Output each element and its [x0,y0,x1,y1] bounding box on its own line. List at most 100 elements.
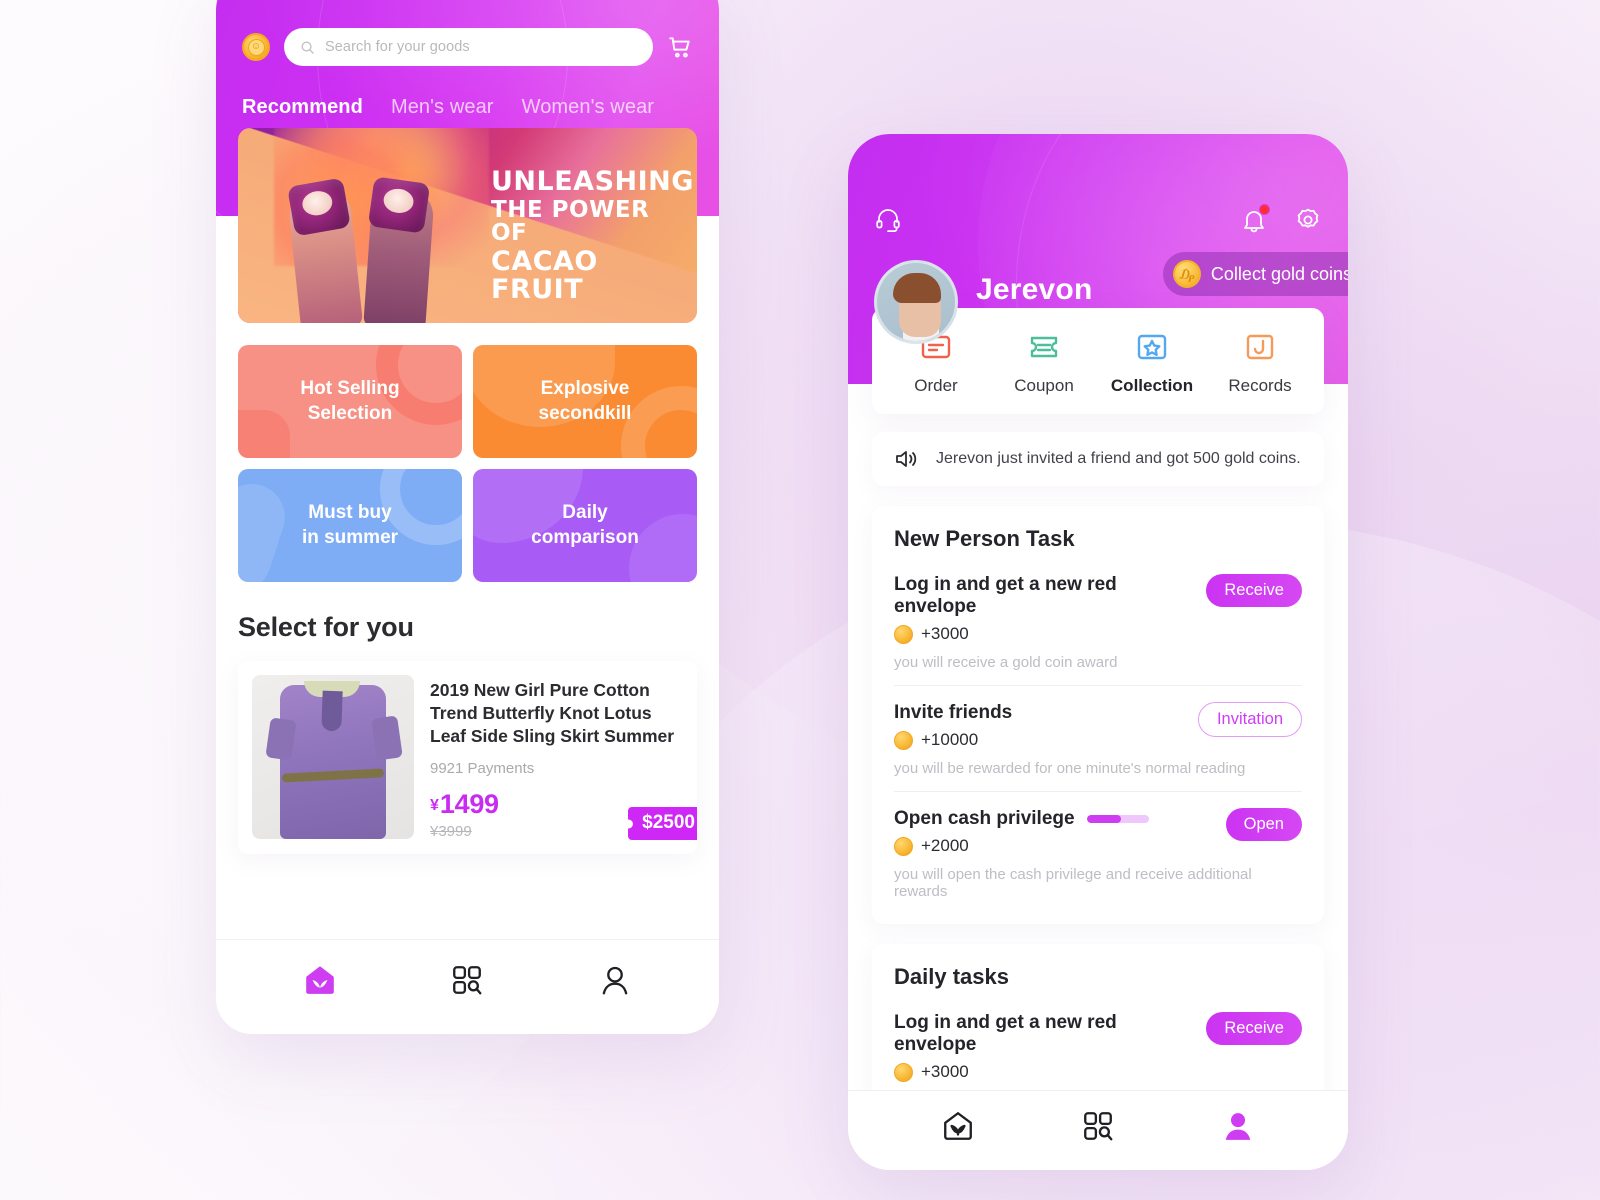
category-grid: Hot Selling Selection Explosive secondkill… [238,345,697,582]
category-tabs: Recommend Men's wear Women's wear [242,66,693,119]
task-name: Log in and get a new red envelope [894,574,1117,617]
gold-coin-icon: ₯ [1172,260,1201,288]
task-reward-amount: +2000 [921,836,969,855]
task-reward: +2000 [894,836,1149,856]
task-action-button[interactable]: Receive [1206,574,1302,607]
banner-line-3: CACAO FRUIT [491,246,598,305]
product-payments: 9921 Payments [430,760,535,778]
category-card-must-buy-summer[interactable]: Must buy in summer [238,469,462,582]
product-image [252,675,414,839]
grid-search-icon[interactable] [450,963,484,997]
profile-topbar-actions [1240,204,1322,234]
task-name: Open cash privilege [894,808,1149,830]
banner-line-1: UNLEASHING [491,166,694,197]
announcement-text: Jerevon just invited a friend and got 50… [936,450,1301,467]
search-row: ☺ Search for your goods [242,0,693,66]
collect-gold-coins-button[interactable]: ₯ Collect gold coins [1162,252,1348,296]
profile-names: Jerevon 186****2434 [976,273,1092,332]
task-description: you will open the cash privilege and rec… [894,866,1252,900]
bell-icon[interactable] [1240,204,1270,234]
quick-action-label: Coupon [1014,376,1074,395]
home-icon[interactable] [941,1109,975,1143]
gold-coin-icon [894,836,913,856]
category-card-explosive-secondkill[interactable]: Explosive secondkill [473,345,697,458]
bottom-navigation [216,939,719,1034]
category-label-line2: secondkill [538,402,632,424]
person-icon[interactable] [598,963,632,997]
category-label-line1: Hot Selling [300,377,400,399]
task-reward: +10000 [894,730,1012,750]
shop-content: UNLEASHING THE POWER OF CACAO FRUIT Hot … [216,128,719,855]
grid-search-icon[interactable] [1081,1109,1115,1143]
profile-content: Order Coupon Collection Records Jerevon … [848,308,1348,1133]
banner-cacao-fruit-right [367,176,431,234]
category-card-daily-comparison[interactable]: Daily comparison [473,469,697,582]
headset-icon[interactable] [874,206,902,234]
task-description: you will receive a gold coin award [894,654,1118,671]
avatar[interactable] [874,260,958,344]
shopping-cart-icon[interactable] [667,34,693,60]
home-icon[interactable] [303,963,337,997]
quick-action-label: Order [914,376,958,395]
task-reward-amount: +3000 [921,624,969,643]
profile-tasks-screen: Jerevon 186****2434 ₯ Collect gold coins… [848,134,1348,1170]
task-description: you will be rewarded for one minute's no… [894,760,1246,777]
search-placeholder: Search for your goods [325,39,470,55]
task-reward: +3000 [894,1062,1194,1082]
task-action-button[interactable]: Receive [1206,1012,1302,1045]
task-name: Log in and get a new red envelope [894,1012,1117,1055]
gold-coin-icon [894,624,913,644]
product-title: 2019 New Girl Pure Cotton Trend Butterfl… [430,680,675,747]
bottom-navigation [848,1090,1348,1170]
category-label-line1: Must buy [308,501,392,523]
profile-topbar [874,134,1322,234]
task-name: Invite friends [894,702,1013,723]
notification-badge [1259,204,1270,215]
speaker-icon [896,451,917,467]
task-action-button[interactable]: Open [1225,808,1302,841]
user-phone-number: 186****2434 [976,310,1075,331]
section-title-select-for-you: Select for you [238,612,414,642]
banner-line-2: THE POWER OF [491,196,650,246]
category-card-hot-selling[interactable]: Hot Selling Selection [238,345,462,458]
task-row: Invite friends +10000 Invitation you wil… [894,686,1302,792]
category-label-line1: Explosive [540,377,630,399]
task-reward: +3000 [894,624,1194,644]
banner-text: UNLEASHING THE POWER OF CACAO FRUIT [491,166,694,305]
category-label-line2: in summer [301,526,399,548]
quick-action-label: Collection [1110,376,1194,395]
quick-action-label: Records [1228,376,1292,395]
task-progress-bar [1086,815,1149,823]
username: Jerevon [976,272,1093,306]
gold-coin-icon[interactable]: ☺ [242,33,270,61]
tab-mens-wear[interactable]: Men's wear [391,96,494,119]
gear-icon[interactable] [1294,206,1322,234]
product-price: 1499 [439,789,499,820]
promo-banner[interactable]: UNLEASHING THE POWER OF CACAO FRUIT [238,128,697,323]
collect-gold-coins-label: Collect gold coins [1210,263,1348,284]
tab-womens-wear[interactable]: Women's wear [522,96,654,119]
task-action-button[interactable]: Invitation [1197,702,1302,737]
gold-coin-icon [894,1062,913,1082]
search-input[interactable]: Search for your goods [284,28,653,66]
coupon-badge[interactable]: $2500 [628,807,697,841]
shop-home-screen: ☺ Search for your goods Recommend Men's … [216,0,719,1034]
category-label-line2: Selection [307,402,393,424]
product-card[interactable]: 2019 New Girl Pure Cotton Trend Butterfl… [238,661,697,855]
category-label-line1: Daily [562,501,608,523]
task-row: Open cash privilege +2000 Open you will … [894,792,1302,914]
task-section-title: Daily tasks [894,964,1009,989]
task-reward-amount: +10000 [921,730,979,749]
task-reward-amount: +3000 [921,1062,969,1081]
task-row: Log in and get a new red envelope +3000 … [894,558,1302,686]
gold-coin-icon [894,730,913,750]
task-section-title: New Person Task [894,526,1075,551]
search-icon [301,41,314,54]
person-icon[interactable] [1221,1109,1255,1143]
task-card-new-person: New Person Task Log in and get a new red… [872,506,1324,924]
tab-recommend[interactable]: Recommend [242,96,363,119]
banner-cacao-fruit-left [287,177,351,237]
category-label-line2: comparison [531,526,639,548]
announcement-bar[interactable]: Jerevon just invited a friend and got 50… [872,432,1324,486]
product-currency: ¥ [430,797,439,815]
